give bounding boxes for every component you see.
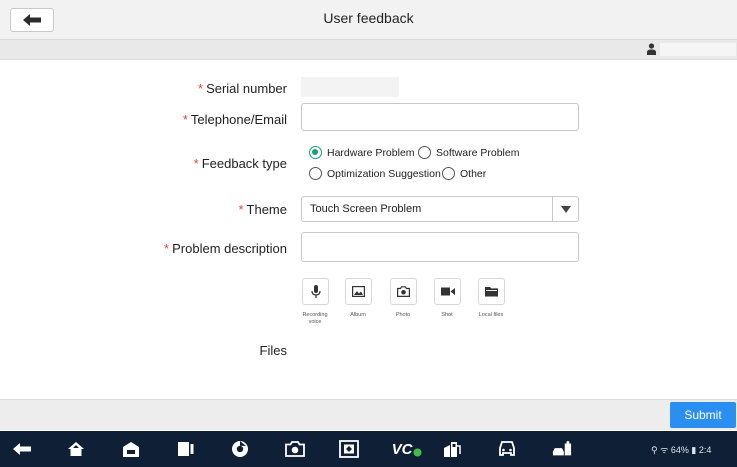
local-files-button[interactable] [478,278,505,305]
vci-icon[interactable]: VC [391,440,423,458]
required-marker: * [182,112,188,127]
location-icon: ⚲ [651,445,658,455]
battery-icon: ▮ [691,445,697,455]
folder-icon [485,287,498,297]
car-service-icon[interactable] [552,440,572,458]
radio-unchecked-icon [442,167,455,180]
radio-hardware-problem[interactable]: Hardware Problem [309,146,415,159]
required-marker: * [238,202,244,217]
recent-apps-icon[interactable] [176,440,196,458]
browser-icon[interactable] [230,440,250,458]
serial-number-label: * Serial number [198,81,287,96]
recording-voice-button[interactable] [302,278,329,305]
user-icon [647,43,656,55]
home-nav-icon[interactable] [66,440,86,458]
recording-voice-label: Recording voice [302,312,328,325]
shot-label: Shot [441,312,453,318]
telephone-email-input[interactable] [301,103,579,131]
camera-icon [397,286,410,297]
video-icon [440,287,455,296]
radio-unchecked-icon [418,146,431,159]
radio-label: Software Problem [436,146,520,159]
vci-text: VC [391,440,413,458]
photo-button[interactable] [390,278,417,305]
battery-level: 64% [670,445,689,455]
submit-button[interactable]: Submit [670,402,736,428]
user-account-field [660,43,736,56]
toolbox-icon[interactable] [121,440,141,458]
user-bar [0,40,737,60]
radio-unchecked-icon [309,167,322,180]
serial-number-text: Serial number [206,81,287,96]
theme-selected-value: Touch Screen Problem [310,203,422,215]
radio-label: Hardware Problem [327,146,415,159]
screen-capture-icon[interactable] [339,440,359,458]
required-marker: * [198,81,204,96]
album-button[interactable] [345,278,372,305]
photo-label: Photo [395,312,411,318]
clock-text: 2:4 [698,445,712,455]
serial-number-value [301,77,399,97]
required-marker: * [164,241,170,256]
page-title: User feedback [323,10,414,26]
radio-other[interactable]: Other [442,167,486,180]
local-files-label: Local files [478,312,504,318]
dropdown-arrow-icon[interactable] [552,197,578,221]
theme-text: Theme [246,202,287,217]
problem-description-text: Problem description [172,241,287,256]
telephone-email-label: * Telephone/Email [183,112,287,127]
gas-station-icon[interactable] [442,440,462,458]
album-label: Album [350,312,366,318]
radio-label: Optimization Suggestion [327,167,441,180]
feedback-type-label: * Feedback type [194,156,287,171]
telephone-email-text: Telephone/Email [190,112,287,127]
image-icon [352,286,365,297]
required-marker: * [193,156,199,171]
radio-software-problem[interactable]: Software Problem [418,146,519,159]
back-nav-icon[interactable] [12,440,32,458]
feedback-type-text: Feedback type [201,156,287,171]
microphone-icon [310,284,321,298]
radio-checked-icon [309,146,322,159]
files-label: Files [259,343,287,358]
radio-optimization-suggestion[interactable]: Optimization Suggestion [309,167,441,180]
system-navigation-bar: VC ⚲ ᯤ 64% ▮ 2:4 [0,431,737,467]
theme-label: * Theme [238,202,287,217]
problem-description-input[interactable] [301,232,579,262]
car-icon[interactable] [497,440,517,458]
status-area: ⚲ ᯤ 64% ▮ 2:4 [651,443,711,456]
problem-description-label: * Problem description [164,241,287,256]
wifi-icon: ᯤ [660,445,669,455]
footer-bar [0,399,737,430]
radio-label: Other [460,167,487,180]
shot-button[interactable] [434,278,461,305]
camera-nav-icon[interactable] [285,440,305,458]
top-bar: User feedback [0,0,737,40]
theme-select[interactable]: Touch Screen Problem [301,196,579,222]
